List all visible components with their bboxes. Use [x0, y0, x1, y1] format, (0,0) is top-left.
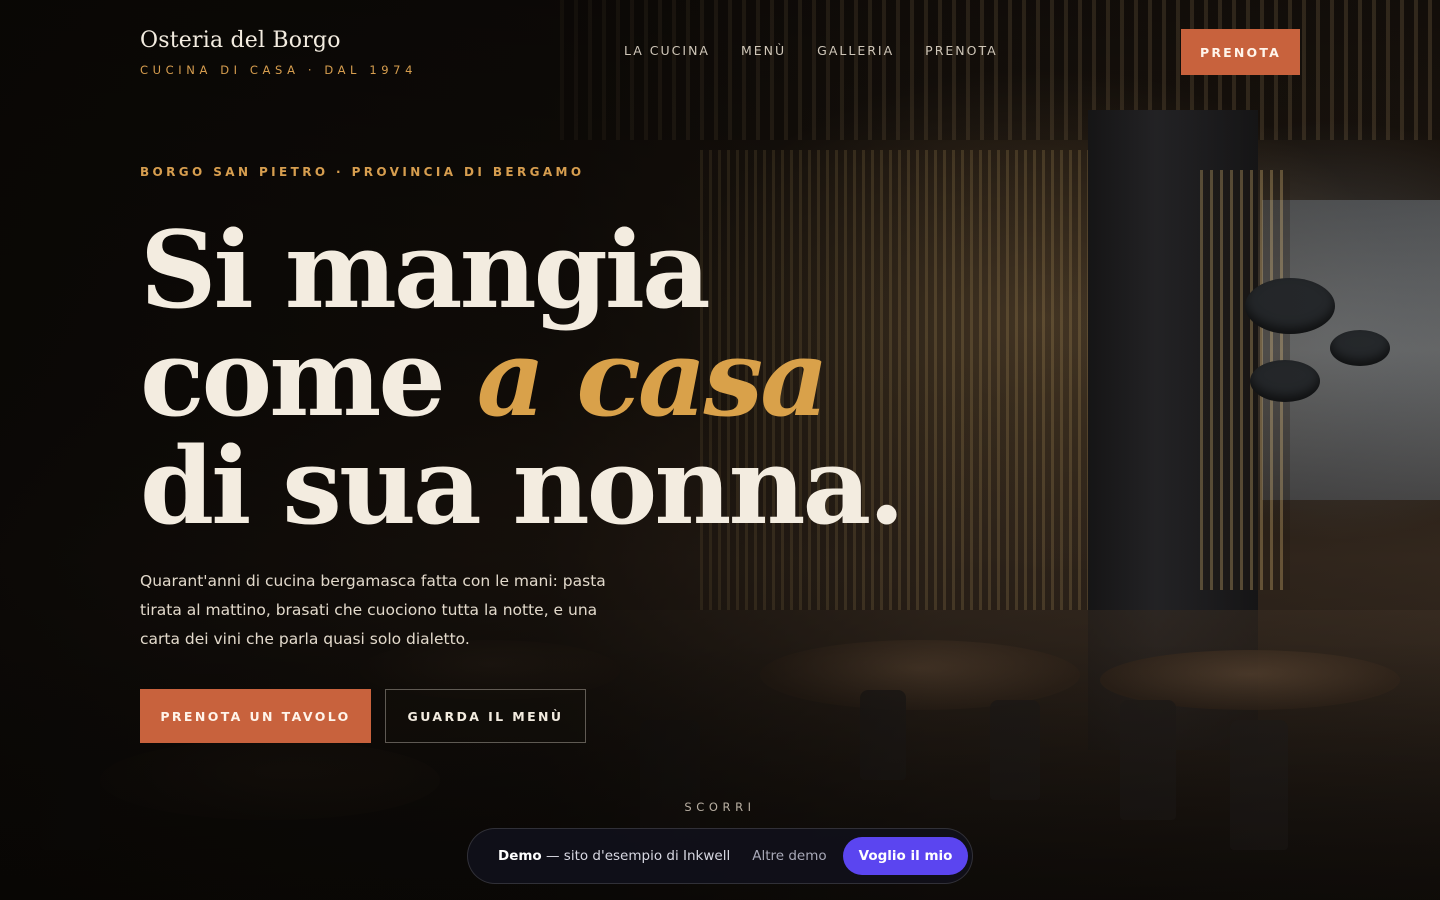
other-demos-link[interactable]: Altre demo — [752, 848, 826, 864]
headline-line-2-start: come — [140, 315, 477, 440]
nav-item-prenota[interactable]: PRENOTA — [925, 43, 998, 58]
hero-headline: Si mangia come a casa di sua nonna. — [140, 216, 905, 540]
brand-tagline: CUCINA DI CASA · DAL 1974 — [140, 63, 417, 77]
want-mine-button[interactable]: Voglio il mio — [842, 837, 969, 875]
hero-eyebrow: BORGO SAN PIETRO · PROVINCIA DI BERGAMO — [140, 165, 585, 179]
headline-accent: a casa — [476, 315, 829, 440]
header-prenota-button[interactable]: PRENOTA — [1181, 29, 1300, 75]
brand-name[interactable]: Osteria del Borgo — [140, 28, 417, 53]
scroll-hint[interactable]: SCORRI — [0, 800, 1440, 814]
headline-line-3: di sua nonna. — [140, 423, 905, 548]
demo-bar: Demo — sito d'esempio di Inkwell Altre d… — [467, 828, 973, 884]
nav-item-galleria[interactable]: GALLERIA — [817, 43, 894, 58]
demo-label-rest: — sito d'esempio di Inkwell — [541, 848, 731, 864]
main-nav: LA CUCINA MENÙ GALLERIA PRENOTA — [624, 43, 998, 58]
view-menu-button[interactable]: GUARDA IL MENÙ — [385, 689, 586, 743]
nav-item-menu[interactable]: MENÙ — [741, 43, 786, 58]
headline-line-1: Si mangia — [140, 207, 711, 332]
book-table-button[interactable]: PRENOTA UN TAVOLO — [140, 689, 371, 743]
hero-lead: Quarant'anni di cucina bergamasca fatta … — [140, 572, 606, 648]
demo-label-strong: Demo — [498, 848, 542, 864]
demo-label: Demo — sito d'esempio di Inkwell — [498, 848, 730, 864]
brand[interactable]: Osteria del Borgo CUCINA DI CASA · DAL 1… — [140, 28, 417, 77]
nav-item-la-cucina[interactable]: LA CUCINA — [624, 43, 710, 58]
